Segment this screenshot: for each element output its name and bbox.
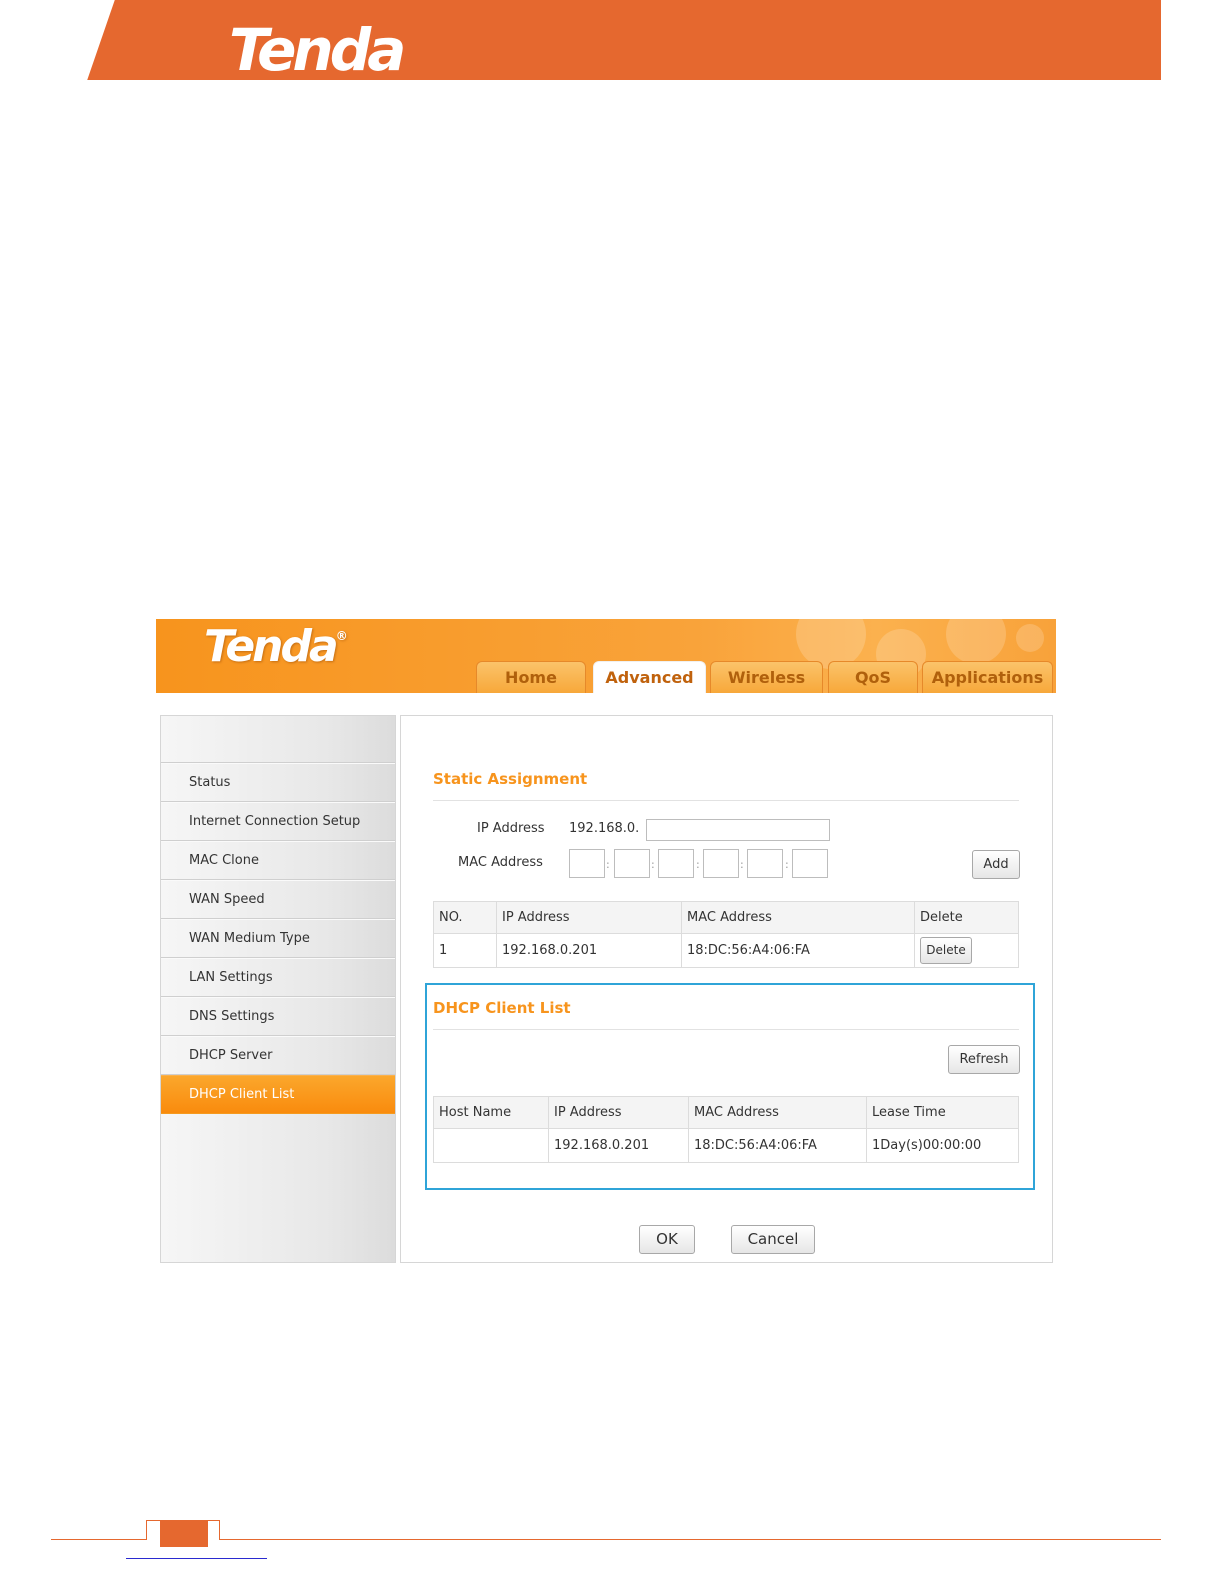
- mac-address-label: MAC Address: [458, 855, 543, 870]
- tab-applications[interactable]: Applications: [922, 661, 1053, 693]
- dhcp-client-list-title: DHCP Client List: [433, 999, 571, 1017]
- cancel-button[interactable]: Cancel: [731, 1225, 815, 1254]
- ip-last-octet-input[interactable]: [646, 819, 830, 841]
- cell-mac: 18:DC:56:A4:06:FA: [688, 1128, 867, 1163]
- ui-logo: Tenda®: [204, 621, 348, 672]
- sidebar-item-wan-medium-type[interactable]: WAN Medium Type: [161, 919, 395, 958]
- column-header: IP Address: [496, 901, 682, 934]
- add-button[interactable]: Add: [972, 850, 1020, 879]
- document-logo: Tenda: [229, 16, 406, 80]
- mac-octet-2-input[interactable]: [614, 849, 650, 878]
- footer-link-underline: [126, 1558, 267, 1559]
- mac-octet-5-input[interactable]: [747, 849, 783, 878]
- delete-button[interactable]: Delete: [920, 937, 972, 964]
- mac-separator: :: [651, 858, 655, 871]
- footer-page-tab-fill: [160, 1521, 208, 1547]
- table-row: 192.168.0.201 18:DC:56:A4:06:FA 1Day(s)0…: [433, 1128, 1019, 1163]
- ip-prefix: 192.168.0.: [569, 821, 640, 836]
- ip-address-label: IP Address: [477, 821, 545, 836]
- mac-octet-4-input[interactable]: [703, 849, 739, 878]
- dhcp-client-table: Host Name IP Address MAC Address Lease T…: [433, 1096, 1019, 1163]
- column-header: Lease Time: [866, 1096, 1019, 1129]
- ui-logo-text: Tenda: [204, 621, 339, 672]
- tab-home[interactable]: Home: [476, 661, 586, 693]
- cell-mac: 18:DC:56:A4:06:FA: [681, 933, 915, 968]
- document-header-band: Tenda: [51, 0, 1161, 80]
- column-header: MAC Address: [681, 901, 915, 934]
- cell-host-name: [433, 1128, 549, 1163]
- header-band-cut-left: [51, 0, 115, 80]
- mac-octet-6-input[interactable]: [792, 849, 828, 878]
- sidebar-item-dhcp-client-list[interactable]: DHCP Client List: [161, 1075, 395, 1114]
- main-content: Static Assignment IP Address 192.168.0. …: [400, 715, 1053, 1263]
- mac-separator: :: [785, 858, 789, 871]
- table-row: 1 192.168.0.201 18:DC:56:A4:06:FA Delete: [433, 933, 1019, 968]
- column-header: MAC Address: [688, 1096, 867, 1129]
- section-divider: [433, 1029, 1019, 1030]
- sidebar-top-spacer: [161, 716, 395, 763]
- column-header: Host Name: [433, 1096, 549, 1129]
- mac-octet-1-input[interactable]: [569, 849, 605, 878]
- mac-separator: :: [740, 858, 744, 871]
- sidebar: Status Internet Connection Setup MAC Clo…: [160, 715, 396, 1263]
- decorative-bubble: [1016, 624, 1044, 652]
- table-header-row: NO. IP Address MAC Address Delete: [433, 901, 1019, 934]
- cell-no: 1: [433, 933, 497, 968]
- column-header: Delete: [914, 901, 1019, 934]
- sidebar-item-mac-clone[interactable]: MAC Clone: [161, 841, 395, 880]
- mac-separator: :: [606, 858, 610, 871]
- tab-wireless[interactable]: Wireless: [710, 661, 823, 693]
- static-assignment-title: Static Assignment: [433, 770, 588, 788]
- cell-ip: 192.168.0.201: [548, 1128, 689, 1163]
- tab-qos[interactable]: QoS: [828, 661, 918, 693]
- sidebar-item-dhcp-server[interactable]: DHCP Server: [161, 1036, 395, 1075]
- static-assignment-table: NO. IP Address MAC Address Delete 1 192.…: [433, 901, 1019, 968]
- registered-mark: ®: [335, 629, 348, 643]
- cell-ip: 192.168.0.201: [496, 933, 682, 968]
- sidebar-item-lan-settings[interactable]: LAN Settings: [161, 958, 395, 997]
- mac-separator: :: [696, 858, 700, 871]
- tab-advanced[interactable]: Advanced: [593, 661, 706, 693]
- router-ui-screenshot: Tenda® Home Advanced Wireless QoS Applic…: [156, 619, 1056, 1263]
- section-divider: [433, 800, 1019, 801]
- ui-header: Tenda® Home Advanced Wireless QoS Applic…: [156, 619, 1056, 693]
- mac-octet-3-input[interactable]: [658, 849, 694, 878]
- sidebar-item-internet-connection-setup[interactable]: Internet Connection Setup: [161, 802, 395, 841]
- refresh-button[interactable]: Refresh: [948, 1045, 1020, 1074]
- column-header: IP Address: [548, 1096, 689, 1129]
- decorative-bubble: [946, 619, 1006, 664]
- sidebar-item-wan-speed[interactable]: WAN Speed: [161, 880, 395, 919]
- cell-lease-time: 1Day(s)00:00:00: [866, 1128, 1019, 1163]
- table-header-row: Host Name IP Address MAC Address Lease T…: [433, 1096, 1019, 1129]
- ok-button[interactable]: OK: [639, 1225, 695, 1254]
- column-header: NO.: [433, 901, 497, 934]
- footer-page-tab: [146, 1520, 220, 1547]
- sidebar-item-status[interactable]: Status: [161, 763, 395, 802]
- sidebar-item-dns-settings[interactable]: DNS Settings: [161, 997, 395, 1036]
- cell-delete: Delete: [914, 933, 1019, 968]
